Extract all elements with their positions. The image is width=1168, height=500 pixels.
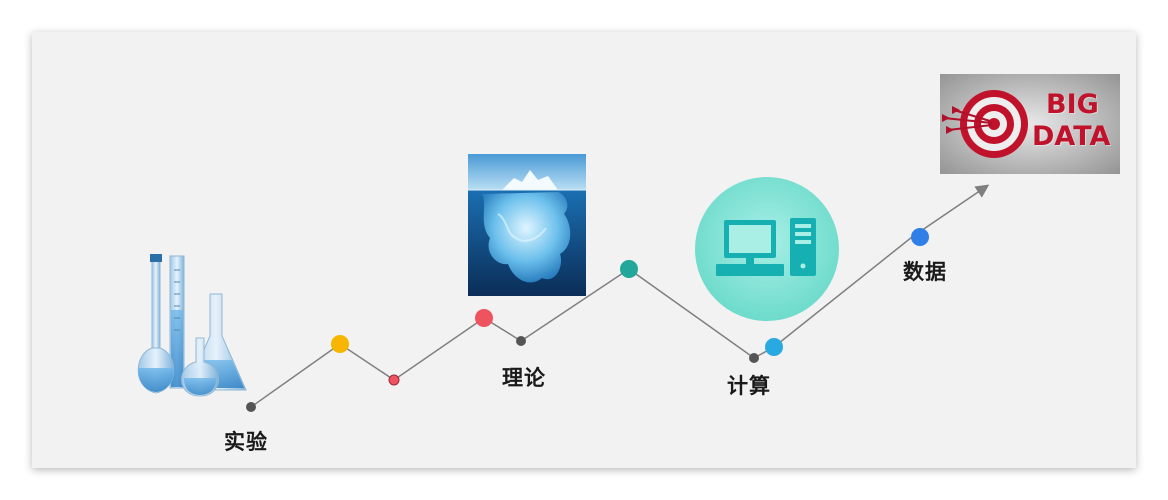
bigdata-text-data: DATA: [1032, 121, 1111, 152]
node-red: [475, 309, 493, 327]
node-small-red: [388, 374, 400, 386]
lab-glassware-image: [130, 250, 256, 398]
node-blue: [911, 228, 929, 246]
node-yellow: [331, 335, 349, 353]
iceberg-image: [468, 154, 586, 296]
stage-label-data: 数据: [903, 260, 947, 284]
stage-label-computing: 计算: [727, 374, 771, 398]
stage-label-theory: 理论: [502, 366, 546, 390]
node-teal: [620, 260, 638, 278]
diagram-canvas: BIG DATA 实验 理论 计算 数据: [32, 32, 1136, 468]
node-computing: [749, 353, 759, 363]
computer-icon: [694, 176, 840, 322]
path-line: [250, 184, 990, 408]
node-cyan: [765, 338, 783, 356]
node-theory: [516, 336, 526, 346]
bigdata-target-image: BIG DATA: [940, 74, 1120, 174]
node-experiment: [246, 402, 256, 412]
stage-label-experiment: 实验: [224, 430, 268, 454]
bigdata-text-big: BIG: [1046, 89, 1099, 120]
